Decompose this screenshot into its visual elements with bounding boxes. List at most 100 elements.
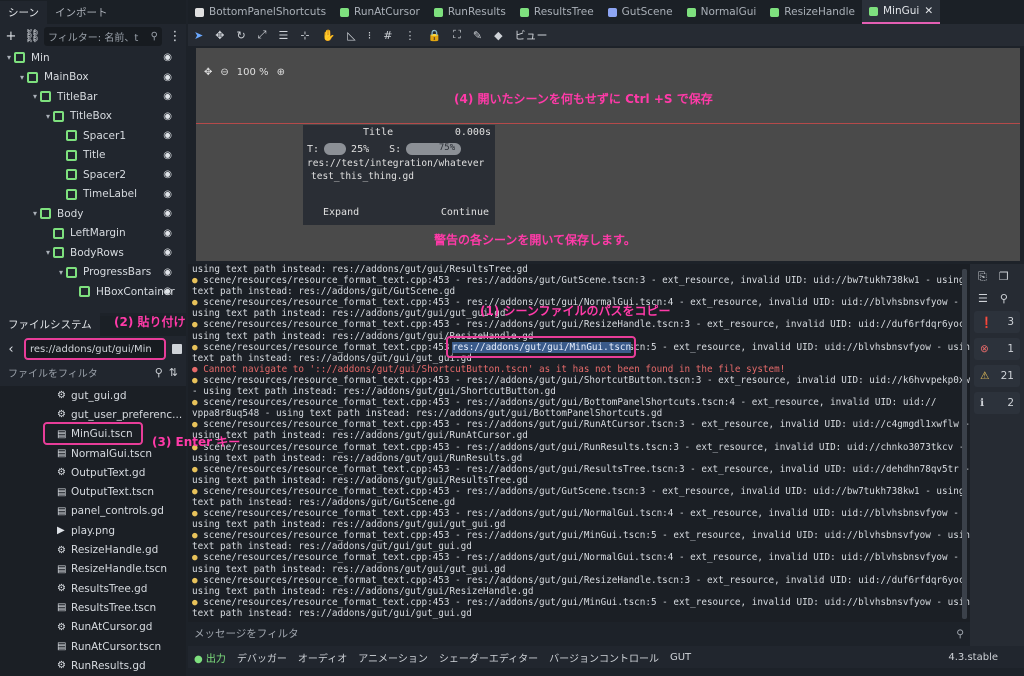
- tree-node[interactable]: ▾ MainBox ◉: [0, 68, 186, 88]
- eye-icon[interactable]: ◉: [163, 130, 172, 141]
- expand-arrow-icon[interactable]: ▾: [56, 268, 66, 277]
- editor-tab[interactable]: NormalGui: [680, 0, 764, 24]
- eye-icon[interactable]: ◉: [163, 247, 172, 258]
- tree-node[interactable]: Spacer2 ◉: [0, 165, 186, 185]
- eye-icon[interactable]: ◉: [163, 91, 172, 102]
- file-item[interactable]: ▤ OutputText.tscn: [0, 482, 186, 501]
- editor-tab[interactable]: ResultsTree: [513, 0, 601, 24]
- file-item[interactable]: ⚙ gut_gui.gd: [0, 386, 186, 405]
- tab-scene[interactable]: シーン: [0, 1, 47, 24]
- scale-tool-icon[interactable]: ⤢: [258, 28, 267, 42]
- log-line[interactable]: text path instead: res://addons/gut/gui/…: [192, 608, 970, 619]
- log-line[interactable]: ● scene/resources/resource_format_text.c…: [192, 442, 970, 453]
- error-toggle[interactable]: ❗ 3: [974, 311, 1020, 333]
- scene-filter-input[interactable]: フィルター: 名前、t ⚲: [44, 26, 162, 46]
- zoom-in-icon[interactable]: ⊕: [277, 67, 285, 78]
- tree-node[interactable]: ▾ Body ◉: [0, 204, 186, 224]
- file-item[interactable]: ⚙ RunResults.gd: [0, 656, 186, 675]
- editor-tab[interactable]: GutScene: [601, 0, 680, 24]
- log-line[interactable]: ● scene/resources/resource_format_text.c…: [192, 464, 970, 475]
- message-filter-input[interactable]: メッセージをフィルタ ⚲: [188, 623, 970, 644]
- file-item[interactable]: ⚙ ResultsTree.gd: [0, 579, 186, 598]
- zoom-out-icon[interactable]: ⊖: [220, 67, 228, 78]
- close-icon[interactable]: ✕: [924, 5, 933, 17]
- eye-icon[interactable]: ◉: [163, 208, 172, 219]
- bottom-tab[interactable]: バージョンコントロール: [549, 650, 659, 665]
- log-line[interactable]: ● scene/resources/resource_format_text.c…: [192, 375, 970, 386]
- log-line[interactable]: using text path instead: res://addons/gu…: [192, 430, 970, 441]
- drag-icon[interactable]: ✥: [204, 67, 212, 78]
- list-tool-icon[interactable]: ☰: [278, 29, 288, 42]
- canvas-viewport[interactable]: ✥ ⊖ 100 % ⊕ Title 0.000s T: 25% S: 75% r…: [196, 48, 1020, 261]
- expand-arrow-icon[interactable]: ▾: [30, 209, 40, 218]
- tree-node[interactable]: ▾ BodyRows ◉: [0, 243, 186, 263]
- tree-node[interactable]: TimeLabel ◉: [0, 185, 186, 205]
- log-line[interactable]: using text path instead: res://addons/gu…: [192, 586, 970, 597]
- eye-icon[interactable]: ◉: [163, 169, 172, 180]
- log-line[interactable]: ● scene/resources/resource_format_text.c…: [192, 552, 970, 563]
- bottom-tab[interactable]: オーディオ: [298, 650, 347, 665]
- snap-icon[interactable]: ⁝: [368, 29, 372, 42]
- editor-tab[interactable]: RunAtCursor: [333, 0, 427, 24]
- bottom-tab[interactable]: デバッガー: [237, 650, 287, 665]
- editor-tab[interactable]: BottomPanelShortcuts: [188, 0, 333, 24]
- file-item[interactable]: ▤ panel_controls.gd: [0, 502, 186, 521]
- file-item[interactable]: ⚙ RunAtCursor.gd: [0, 618, 186, 637]
- log-line[interactable]: vppa8r8uq548 - using text path instead: …: [192, 408, 970, 419]
- error-red-toggle[interactable]: ⊗ 1: [974, 338, 1020, 360]
- pan-tool-icon[interactable]: ✋: [322, 29, 336, 42]
- eye-icon[interactable]: ◉: [163, 286, 172, 297]
- split-mode-icon[interactable]: [172, 344, 182, 354]
- file-item[interactable]: ⚙ OutputText.gd: [0, 463, 186, 482]
- editor-tab[interactable]: RunResults: [427, 0, 513, 24]
- editor-tab[interactable]: MinGui ✕: [861, 0, 941, 24]
- eye-icon[interactable]: ◉: [163, 72, 172, 83]
- ruler-tool-icon[interactable]: ◺: [347, 29, 355, 42]
- camera-icon[interactable]: ◆: [494, 29, 502, 42]
- file-item[interactable]: ▤ ResizeHandle.tscn: [0, 560, 186, 579]
- log-line[interactable]: using text path instead: res://addons/gu…: [192, 519, 970, 530]
- log-line[interactable]: using text path instead: res://addons/gu…: [192, 453, 970, 464]
- log-line[interactable]: ● scene/resources/resource_format_text.c…: [192, 530, 970, 541]
- log-line[interactable]: text path instead: res://addons/gut/GutS…: [192, 286, 970, 297]
- file-filter-input[interactable]: ファイルをフィルタ: [8, 365, 149, 380]
- log-line[interactable]: ● scene/resources/resource_format_text.c…: [192, 575, 970, 586]
- bottom-tab[interactable]: シェーダーエディター: [439, 650, 538, 665]
- search-icon[interactable]: ⚲: [1000, 292, 1008, 305]
- log-line[interactable]: ● scene/resources/resource_format_text.c…: [192, 275, 970, 286]
- log-line[interactable]: ● scene/resources/resource_format_text.c…: [192, 597, 970, 608]
- file-item[interactable]: ▶ play.png: [0, 521, 186, 540]
- tree-node[interactable]: Title ◉: [0, 146, 186, 166]
- tab-import[interactable]: インポート: [47, 1, 116, 24]
- log-line[interactable]: using text path instead: res://addons/gu…: [192, 264, 970, 275]
- tree-node[interactable]: ▾ ProgressBars ◉: [0, 263, 186, 283]
- info-toggle[interactable]: ℹ2: [974, 392, 1020, 414]
- eye-icon[interactable]: ◉: [163, 111, 172, 122]
- log-line[interactable]: using text path instead: res://addons/gu…: [192, 475, 970, 486]
- expand-arrow-icon[interactable]: ▾: [43, 112, 53, 121]
- tree-node[interactable]: HBoxContainer ◉: [0, 282, 186, 302]
- grid-icon[interactable]: #: [383, 29, 392, 42]
- zoom-level[interactable]: 100 %: [237, 67, 269, 78]
- back-icon[interactable]: ‹: [4, 342, 18, 357]
- file-item[interactable]: ▤ ResultsTree.tscn: [0, 598, 186, 617]
- more-icon[interactable]: ⋮: [404, 29, 415, 42]
- eye-icon[interactable]: ◉: [163, 189, 172, 200]
- log-line[interactable]: ● scene/resources/resource_format_text.c…: [192, 419, 970, 430]
- tree-node[interactable]: ▾ TitleBox ◉: [0, 107, 186, 127]
- expand-arrow-icon[interactable]: ▾: [17, 73, 27, 82]
- expand-arrow-icon[interactable]: ▾: [30, 92, 40, 101]
- warning-toggle[interactable]: ⚠ 21: [974, 365, 1020, 387]
- file-item[interactable]: ▤ RunAtCursor.tscn: [0, 637, 186, 656]
- log-line[interactable]: text path instead: res://addons/gut/gui/…: [192, 541, 970, 552]
- log-line[interactable]: ● scene/resources/resource_format_text.c…: [192, 397, 970, 408]
- log-line[interactable]: using text path instead: res://addons/gu…: [192, 564, 970, 575]
- log-line[interactable]: text path instead: res://addons/gut/GutS…: [192, 497, 970, 508]
- log-line[interactable]: ● Cannot navigate to ':://addons/gut/gui…: [192, 364, 970, 375]
- log-line[interactable]: ● scene/resources/resource_format_text.c…: [192, 508, 970, 519]
- filter-icon[interactable]: ☰: [978, 292, 988, 305]
- tree-node[interactable]: Spacer1 ◉: [0, 126, 186, 146]
- more-icon[interactable]: ⋮: [168, 29, 182, 44]
- expand-button[interactable]: Expand: [323, 207, 359, 218]
- expand-arrow-icon[interactable]: ▾: [43, 248, 53, 257]
